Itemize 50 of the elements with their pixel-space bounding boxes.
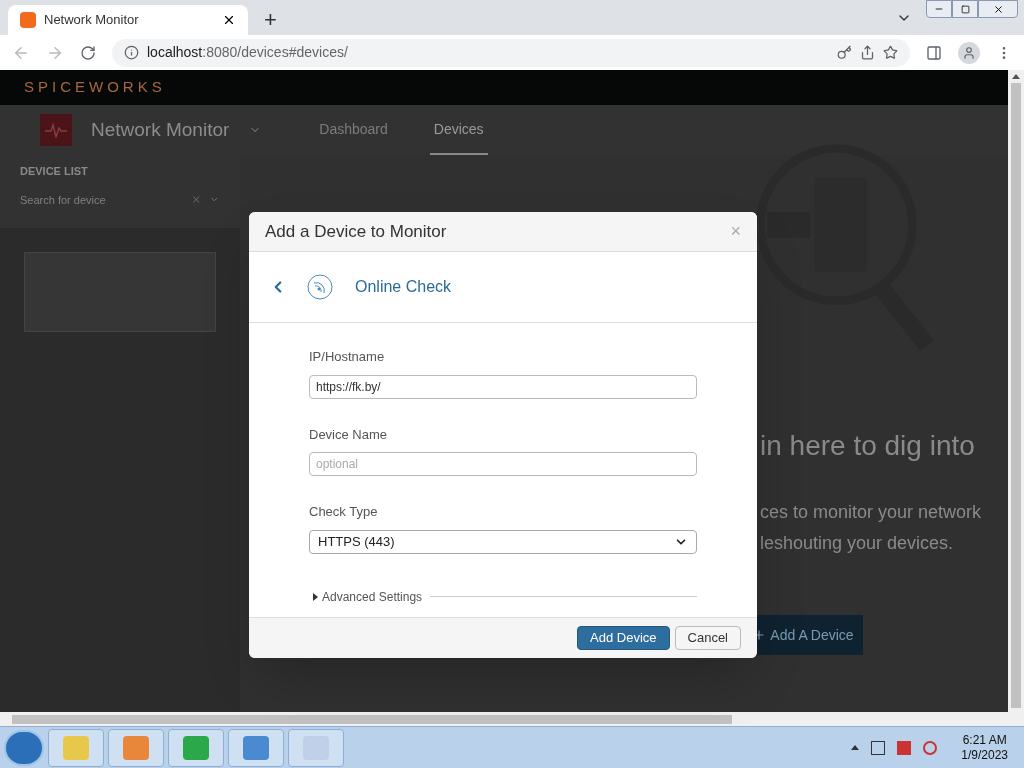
cancel-button[interactable]: Cancel (674, 626, 741, 650)
background-text: leshouting your devices. (760, 532, 955, 555)
vertical-scrollbar[interactable] (1008, 70, 1024, 712)
close-icon[interactable] (222, 13, 236, 27)
horizontal-scrollbar[interactable] (0, 712, 1024, 726)
profile-icon[interactable] (958, 41, 980, 64)
text-field[interactable]: https://fk.by/ (309, 374, 697, 399)
restore-button[interactable] (952, 0, 978, 18)
app-logo-icon (40, 114, 72, 146)
scroll-up-icon[interactable] (1012, 74, 1020, 79)
minimize-button[interactable] (926, 0, 952, 18)
brand-logo: SPICEWORKS (24, 77, 166, 98)
field-label: Check Type (309, 503, 379, 521)
radar-icon (307, 274, 333, 300)
taskbar-app-icon[interactable] (108, 728, 164, 767)
clock-date: 1/9/2023 (961, 747, 1008, 763)
background-headline: in here to dig into (760, 429, 976, 463)
taskbar-app-icon[interactable] (168, 728, 224, 767)
share-icon[interactable] (860, 45, 875, 60)
new-tab-button[interactable]: + (264, 9, 277, 31)
clear-icon[interactable] (190, 194, 202, 206)
tab-title: Network Monitor (44, 11, 140, 30)
url-text: localhost:8080/devices#devices/ (147, 43, 348, 62)
advanced-settings-toggle[interactable]: Advanced Settings (309, 587, 423, 606)
info-icon (124, 45, 139, 60)
bookmark-star-icon[interactable] (883, 45, 898, 60)
taskbar-app-icon[interactable] (228, 728, 284, 767)
address-bar[interactable]: localhost:8080/devices#devices/ (112, 38, 910, 67)
clock-time: 6:21 AM (962, 732, 1007, 748)
background-text: ces to monitor your network (760, 501, 982, 524)
check-type-select[interactable]: HTTPS (443) (309, 529, 697, 554)
field-label: IP/Hostname (309, 348, 386, 366)
close-icon (992, 3, 1004, 15)
add-device-button[interactable]: Add Device (577, 626, 670, 650)
key-icon[interactable] (837, 45, 852, 60)
restore-icon (960, 4, 970, 14)
text-field[interactable]: optional (309, 452, 697, 476)
close-window-button[interactable] (978, 0, 1018, 18)
tray-arrow-icon[interactable] (851, 745, 860, 750)
browser-tab[interactable]: Network Monitor (8, 5, 248, 35)
dialog-title: Add a Device to Monitor (265, 220, 448, 243)
start-button[interactable] (4, 729, 44, 766)
sidebar-heading: DEVICE LIST (20, 164, 89, 179)
device-search-field[interactable]: Search for device (20, 191, 183, 208)
app-title: Network Monitor (91, 117, 230, 142)
reload-icon[interactable] (80, 44, 96, 61)
field-label: Device Name (309, 425, 389, 444)
app-logo-icon (20, 12, 36, 28)
side-panel-icon[interactable] (926, 44, 942, 61)
step-title: Online Check (355, 277, 452, 297)
